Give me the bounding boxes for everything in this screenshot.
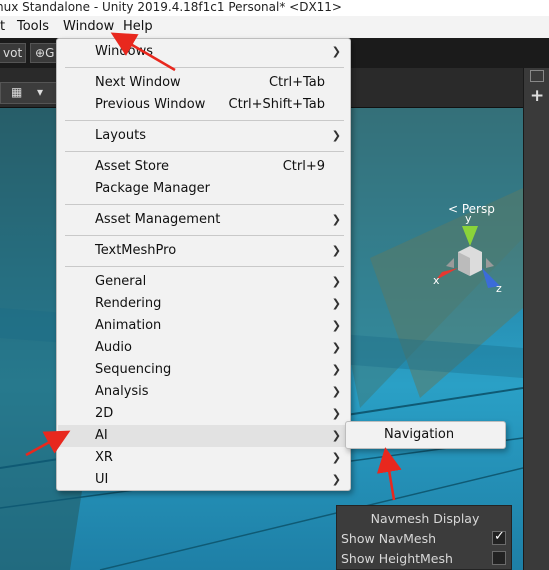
panel-tab-icon[interactable]: [530, 70, 544, 82]
menu-item-asset-store[interactable]: Asset Store Ctrl+9: [58, 156, 351, 178]
gizmo-x-label: x: [433, 274, 440, 287]
window-title: nux Standalone - Unity 2019.4.18f1c1 Per…: [0, 0, 342, 14]
show-navmesh-label: Show NavMesh: [341, 531, 437, 546]
chevron-right-icon: ❯: [331, 129, 341, 142]
menu-item-label: Analysis: [95, 384, 149, 399]
chevron-right-icon: ❯: [331, 363, 341, 376]
menu-help[interactable]: Help: [123, 19, 153, 34]
chevron-right-icon: ❯: [331, 213, 341, 226]
pivot-toggle[interactable]: vot: [0, 43, 26, 63]
menu-separator: [65, 204, 344, 205]
menu-item-windows[interactable]: Windows ❯: [58, 41, 351, 63]
scene-tools: ▦ ▾: [0, 82, 60, 104]
menu-item-label: General: [95, 274, 147, 289]
menu-item-navigation[interactable]: Navigation: [384, 427, 454, 442]
chevron-right-icon: ❯: [331, 451, 341, 464]
menu-separator: [65, 266, 344, 267]
menu-bar: t Tools Window Help: [0, 16, 549, 38]
menu-separator: [65, 120, 344, 121]
menu-item-2d[interactable]: 2D ❯: [58, 403, 351, 425]
chevron-right-icon: ❯: [331, 429, 341, 442]
menu-item-label: Windows: [95, 44, 154, 59]
menu-item-layouts[interactable]: Layouts ❯: [58, 125, 351, 147]
chevron-right-icon: ❯: [331, 45, 341, 58]
globe-icon: ⊕: [35, 46, 46, 60]
perspective-toggle[interactable]: < Persp: [448, 202, 495, 216]
menu-separator: [65, 67, 344, 68]
navmesh-display-panel: Navmesh Display Show NavMesh ✓ Show Heig…: [336, 505, 512, 570]
chevron-right-icon: ❯: [331, 385, 341, 398]
menu-item-general[interactable]: General ❯: [58, 271, 351, 293]
menu-item-label: Sequencing: [95, 362, 172, 377]
show-heightmesh-label: Show HeightMesh: [341, 551, 453, 566]
menu-item-label: Asset Store: [95, 159, 170, 174]
menu-item-xr[interactable]: XR ❯: [58, 447, 351, 469]
menu-item-label: UI: [95, 472, 109, 487]
chevron-right-icon: ❯: [331, 341, 341, 354]
chevron-right-icon: ❯: [331, 473, 341, 486]
add-icon[interactable]: +: [530, 86, 544, 106]
chevron-right-icon: ❯: [331, 297, 341, 310]
menu-item-label: AI: [95, 428, 108, 443]
menu-item-package-manager[interactable]: Package Manager: [58, 178, 351, 200]
menu-separator: [65, 235, 344, 236]
menu-item-partial[interactable]: t: [0, 19, 5, 34]
menu-item-shortcut: Ctrl+9: [282, 159, 325, 174]
chevron-right-icon: ❯: [331, 275, 341, 288]
menu-item-analysis[interactable]: Analysis ❯: [58, 381, 351, 403]
menu-item-label: Next Window: [95, 75, 181, 90]
show-navmesh-checkbox[interactable]: ✓: [492, 529, 506, 545]
menu-item-asset-management[interactable]: Asset Management ❯: [58, 209, 351, 231]
dropdown-arrow-icon[interactable]: ▾: [37, 85, 43, 99]
menu-item-label: Previous Window: [95, 97, 206, 112]
menu-item-ui[interactable]: UI ❯: [58, 469, 351, 491]
menu-item-ai[interactable]: AI ❯: [58, 425, 351, 447]
window-menu-dropdown: Windows ❯ Next Window Ctrl+Tab Previous …: [56, 38, 351, 491]
global-label: G: [45, 46, 55, 60]
menu-item-label: TextMeshPro: [95, 243, 177, 258]
menu-item-textmeshpro[interactable]: TextMeshPro ❯: [58, 240, 351, 262]
checkmark-icon: ✓: [494, 529, 505, 544]
orientation-gizmo[interactable]: y x z: [430, 212, 510, 318]
navmesh-display-title: Navmesh Display: [370, 511, 480, 526]
menu-item-previous-window[interactable]: Previous Window Ctrl+Shift+Tab: [58, 94, 351, 116]
inspector-panel-edge: +: [523, 68, 549, 570]
window-title-bar: nux Standalone - Unity 2019.4.18f1c1 Per…: [0, 0, 549, 16]
menu-separator: [65, 151, 344, 152]
menu-item-label: XR: [95, 450, 113, 465]
menu-window[interactable]: Window: [63, 19, 114, 34]
menu-item-label: Audio: [95, 340, 132, 355]
chevron-right-icon: ❯: [331, 407, 341, 420]
menu-item-audio[interactable]: Audio ❯: [58, 337, 351, 359]
menu-item-next-window[interactable]: Next Window Ctrl+Tab: [58, 72, 351, 94]
chevron-right-icon: ❯: [331, 319, 341, 332]
menu-item-shortcut: Ctrl+Tab: [268, 75, 325, 90]
grid-icon[interactable]: ▦: [11, 85, 22, 99]
show-heightmesh-checkbox[interactable]: [492, 551, 506, 565]
pivot-label: vot: [3, 46, 23, 60]
ai-submenu: Navigation: [345, 421, 506, 449]
menu-tools[interactable]: Tools: [17, 19, 49, 34]
chevron-right-icon: ❯: [331, 244, 341, 257]
menu-item-label: Package Manager: [95, 181, 211, 196]
menu-item-label: Animation: [95, 318, 162, 333]
menu-item-label: Rendering: [95, 296, 162, 311]
menu-item-label: Asset Management: [95, 212, 221, 227]
menu-item-sequencing[interactable]: Sequencing ❯: [58, 359, 351, 381]
menu-item-rendering[interactable]: Rendering ❯: [58, 293, 351, 315]
menu-item-label: Layouts: [95, 128, 146, 143]
menu-item-shortcut: Ctrl+Shift+Tab: [228, 97, 325, 112]
gizmo-z-label: z: [496, 282, 502, 295]
menu-item-animation[interactable]: Animation ❯: [58, 315, 351, 337]
menu-item-label: 2D: [95, 406, 114, 421]
